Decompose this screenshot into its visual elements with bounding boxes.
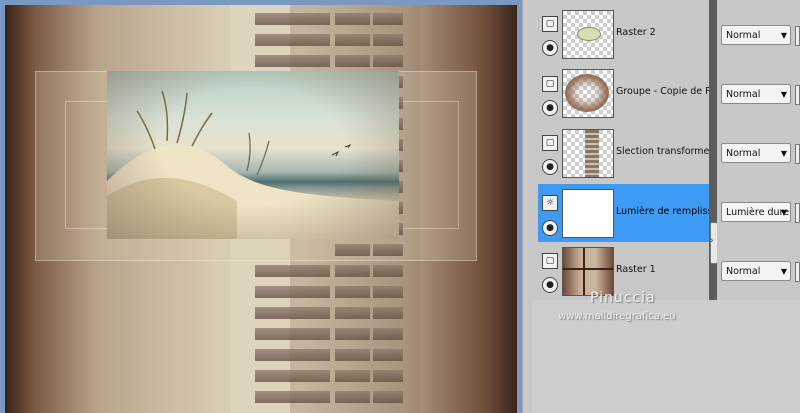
layer-name: Groupe - Copie de Rast (616, 86, 710, 97)
stripe-block (335, 34, 370, 46)
stripe-block (295, 265, 330, 277)
stripe-block (373, 391, 403, 403)
layer-name: Raster 1 (616, 264, 656, 275)
stripe-block (373, 265, 403, 277)
stripe-block (295, 13, 330, 25)
opacity-slider[interactable] (795, 262, 800, 282)
stripe-block (373, 34, 403, 46)
dropdown-caret-icon: ▼ (780, 267, 787, 276)
dropdown-caret-icon: ▼ (780, 208, 787, 217)
raster-layer-icon: ▢ (542, 76, 558, 92)
stripe-block (373, 328, 403, 340)
layer-thumbnail (562, 69, 614, 118)
raster-layer-icon: ▢ (542, 135, 558, 151)
stripe-block (335, 286, 370, 298)
dune-illustration (107, 90, 399, 239)
beach-photo (107, 71, 399, 239)
stripe-block (255, 55, 295, 67)
stripe-block (255, 391, 295, 403)
layer-row-groupe-copie[interactable]: ▢ ● Groupe - Copie de Rast (538, 64, 710, 122)
stripe-block (373, 349, 403, 361)
stripe-block (335, 307, 370, 319)
layer-thumbnail (562, 10, 614, 59)
fill-light-icon: ☼ (542, 195, 558, 211)
canvas-image[interactable] (5, 5, 517, 413)
eye-icon[interactable]: ● (542, 220, 558, 236)
opacity-slider[interactable] (795, 203, 800, 223)
stripe-block (335, 391, 370, 403)
stripe-block (335, 244, 370, 256)
layer-name: Raster 2 (616, 27, 656, 38)
opacity-slider[interactable] (795, 85, 800, 105)
stripe-block (295, 34, 330, 46)
stripe-block (255, 265, 295, 277)
opacity-slider[interactable] (795, 144, 800, 164)
layer-row-raster-2[interactable]: ▢ ● Raster 2 (538, 5, 710, 63)
layer-thumbnail (562, 189, 614, 238)
stripe-block (255, 13, 295, 25)
dropdown-caret-icon: ▼ (780, 149, 787, 158)
layer-name: Lumière de remplissage (616, 206, 710, 217)
stripe-block (295, 55, 330, 67)
stripe-block (295, 328, 330, 340)
stripe-block (373, 13, 403, 25)
stripe-block (295, 370, 330, 382)
blend-mode-select[interactable]: Normal ▼ (721, 25, 791, 45)
eye-icon[interactable]: ● (542, 100, 558, 116)
stripe-block (373, 370, 403, 382)
blend-mode-select[interactable]: Lumière dure ▼ (721, 202, 791, 222)
stripe-block (335, 265, 370, 277)
stripe-block (295, 349, 330, 361)
watermark-url: www.maildiregrafica.eu (558, 311, 676, 322)
layer-row-lumiere-de-remplissage[interactable]: ☼ ● Lumière de remplissage (538, 184, 710, 242)
stripe-block (255, 328, 295, 340)
blend-mode-select[interactable]: Normal ▼ (721, 84, 791, 104)
dropdown-caret-icon: ▼ (780, 31, 787, 40)
stripe-block (255, 349, 295, 361)
stripe-block (255, 307, 295, 319)
canvas-window (0, 0, 522, 413)
stripe-block (255, 370, 295, 382)
stripe-block (295, 391, 330, 403)
opacity-slider[interactable] (795, 26, 800, 46)
raster-layer-icon: ▢ (542, 16, 558, 32)
stripe-block (295, 307, 330, 319)
stripe-block (373, 244, 403, 256)
layer-name: Slection transforme (616, 146, 710, 157)
dropdown-caret-icon: ▼ (780, 90, 787, 99)
stripe-block (373, 286, 403, 298)
stripe-block (255, 34, 295, 46)
stripe-block (335, 370, 370, 382)
layer-thumbnail (562, 129, 614, 178)
stripe-block (373, 55, 403, 67)
stripe-block (335, 55, 370, 67)
eye-icon[interactable]: ● (542, 277, 558, 293)
layers-panel: ▢ ● Raster 2 ▢ ● Groupe - Copie de Rast … (538, 0, 710, 300)
stripe-block (255, 286, 295, 298)
eye-icon[interactable]: ● (542, 159, 558, 175)
stripe-block (295, 286, 330, 298)
eye-icon[interactable]: ● (542, 40, 558, 56)
blend-mode-select[interactable]: Normal ▼ (721, 261, 791, 281)
chevron-right-icon: › (710, 236, 714, 246)
blend-mode-column: Normal ▼ Normal ▼ Normal ▼ Lumière dure ▼ No… (717, 0, 800, 300)
stripe-block (335, 328, 370, 340)
raster-layer-icon: ▢ (542, 253, 558, 269)
stripe-block (335, 13, 370, 25)
layer-thumbnail (562, 247, 614, 296)
blend-mode-select[interactable]: Normal ▼ (721, 143, 791, 163)
watermark-name: Pinuccia (590, 290, 656, 306)
layer-row-slection-transforme[interactable]: ▢ ● Slection transforme (538, 124, 710, 182)
stripe-block (335, 349, 370, 361)
stripe-block (373, 307, 403, 319)
